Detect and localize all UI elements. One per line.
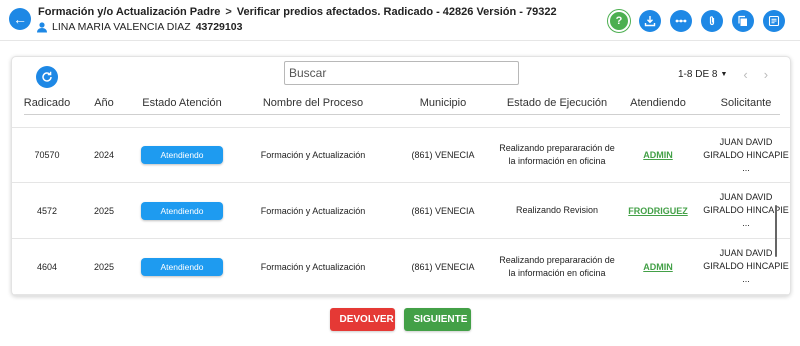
cell-municipio: (861) VENECIA [411, 205, 475, 216]
paperclip-icon [709, 16, 715, 26]
connect-button[interactable] [670, 10, 692, 32]
cell-solicitante: JUAN DAVID GIRALDO HINCAPIE ... [700, 136, 790, 175]
col-solicitante[interactable]: Solicitante [700, 92, 790, 114]
status-badge[interactable]: Atendiendo [141, 201, 223, 220]
status-badge[interactable]: Atendiendo [141, 257, 223, 276]
cell-proceso: Formación y Actualización [260, 261, 366, 272]
notes-icon [768, 15, 780, 27]
cell-solicitante: JUAN DAVID GIRALDO HINCAPIE ... [700, 247, 790, 286]
cell-proceso: Formación y Actualización [260, 205, 366, 216]
action-bar: DEVOLVER SIGUIENTE [0, 308, 800, 331]
arrow-left-icon: ← [13, 11, 27, 27]
breadcrumb-current: Verificar predios afectados. Radicado - … [236, 6, 557, 18]
breadcrumb-parent[interactable]: Formación y/o Actualización Padre [38, 6, 220, 18]
requests-table-card: 1-8 DE 8 ▼ ‹ › Radicado Año Estado Atenc… [11, 56, 791, 296]
col-nombre-proceso[interactable]: Nombre del Proceso [238, 92, 388, 114]
refresh-icon [42, 71, 52, 82]
cell-radicado: 4604 [36, 261, 58, 272]
cell-anio: 2024 [93, 150, 115, 160]
refresh-button[interactable] [36, 66, 58, 88]
pagination-range[interactable]: 1-8 DE 8 [678, 69, 717, 80]
table-row[interactable]: 4572 2025 Atendiendo Formación y Actuali… [12, 183, 790, 239]
cell-ejecucion: Realizando Revision [498, 204, 616, 217]
assignee-link[interactable]: ADMIN [643, 262, 673, 272]
devolver-button[interactable]: DEVOLVER [329, 308, 395, 331]
table-body: 70570 2024 Atendiendo Formación y Actual… [12, 127, 790, 295]
solicitante-line: GIRALDO HINCAPIE [703, 205, 789, 215]
cell-municipio: (861) VENECIA [411, 261, 475, 272]
download-button[interactable] [639, 10, 661, 32]
cell-radicado: 4572 [36, 205, 58, 216]
col-atendiendo[interactable]: Atendiendo [616, 92, 700, 114]
ejecucion-line: Realizando Revision [515, 205, 599, 215]
cell-proceso: Formación y Actualización [260, 150, 366, 160]
cell-estado: Atendiendo [126, 146, 238, 164]
cell-atendiendo: ADMIN [616, 262, 700, 272]
col-estado-atencion[interactable]: Estado Atención [126, 92, 238, 114]
caret-down-icon[interactable]: ▼ [720, 71, 727, 78]
header-divider [0, 40, 800, 41]
header-rule [24, 114, 780, 115]
cell-anio: 2025 [93, 205, 115, 216]
header-actions: ? [608, 10, 785, 32]
cell-solicitante: JUAN DAVID GIRALDO HINCAPIE ... [700, 191, 790, 230]
cell-anio: 2025 [93, 261, 115, 272]
connect-icon [675, 19, 687, 23]
user-id: 43729103 [195, 21, 243, 33]
ejecucion-line: la información en oficina [508, 156, 606, 166]
assignee-link[interactable]: FRODRIGUEZ [628, 206, 688, 216]
solicitante-line: JUAN DAVID [719, 248, 773, 258]
solicitante-line: JUAN DAVID [719, 192, 773, 202]
copy-button[interactable] [732, 10, 754, 32]
cell-atendiendo: FRODRIGUEZ [616, 206, 700, 216]
cell-radicado: 70570 [34, 150, 60, 160]
search-input[interactable] [284, 61, 519, 85]
cell-ejecucion: Realizando prepararación de la informaci… [498, 142, 616, 168]
ejecucion-line: Realizando prepararación de [499, 254, 615, 265]
notes-button[interactable] [763, 10, 785, 32]
chevron-right-icon[interactable]: › [764, 67, 768, 82]
cell-estado: Atendiendo [126, 201, 238, 220]
chevron-left-icon[interactable]: ‹ [743, 67, 747, 82]
download-icon [644, 16, 656, 27]
solicitante-line: GIRALDO HINCAPIE [703, 261, 789, 271]
cell-municipio: (861) VENECIA [411, 150, 475, 160]
user-name: LINA MARIA VALENCIA DIAZ [52, 21, 191, 33]
user-icon [36, 21, 48, 33]
siguiente-button[interactable]: SIGUIENTE [403, 308, 471, 331]
ejecucion-line: Realizando prepararación de [499, 143, 615, 153]
col-anio[interactable]: Año [82, 92, 126, 114]
table-row[interactable]: 70570 2024 Atendiendo Formación y Actual… [12, 127, 790, 183]
cell-estado: Atendiendo [126, 257, 238, 276]
table-row[interactable]: 4604 2025 Atendiendo Formación y Actuali… [12, 239, 790, 295]
help-icon: ? [615, 15, 623, 27]
user-info: LINA MARIA VALENCIA DIAZ 43729103 [36, 21, 242, 33]
ejecucion-line: la información en oficina [508, 267, 606, 278]
table-header: Radicado Año Estado Atención Nombre del … [12, 92, 790, 114]
solicitante-line: ... [742, 162, 750, 173]
solicitante-line: ... [742, 274, 750, 284]
col-municipio[interactable]: Municipio [388, 92, 498, 114]
solicitante-line: GIRALDO HINCAPIE [703, 149, 789, 160]
attach-button[interactable] [701, 10, 723, 32]
pagination: 1-8 DE 8 ▼ ‹ › [678, 67, 768, 82]
chevron-right-icon: > [225, 6, 232, 18]
col-radicado[interactable]: Radicado [12, 92, 82, 114]
back-button[interactable]: ← [9, 8, 31, 30]
app-header: ← Formación y/o Actualización Padre > Ve… [0, 0, 800, 40]
cell-atendiendo: ADMIN [616, 150, 700, 160]
assignee-link[interactable]: ADMIN [643, 150, 673, 160]
breadcrumb: Formación y/o Actualización Padre > Veri… [38, 6, 557, 18]
solicitante-line: ... [742, 218, 750, 228]
status-badge[interactable]: Atendiendo [141, 146, 223, 164]
copy-icon [738, 15, 747, 26]
cell-ejecucion: Realizando prepararación de la informaci… [498, 254, 616, 280]
help-button[interactable]: ? [608, 10, 630, 32]
table-scrollbar[interactable] [775, 205, 777, 257]
col-estado-ejecucion[interactable]: Estado de Ejecución [498, 92, 616, 114]
solicitante-line: JUAN DAVID [719, 136, 773, 147]
